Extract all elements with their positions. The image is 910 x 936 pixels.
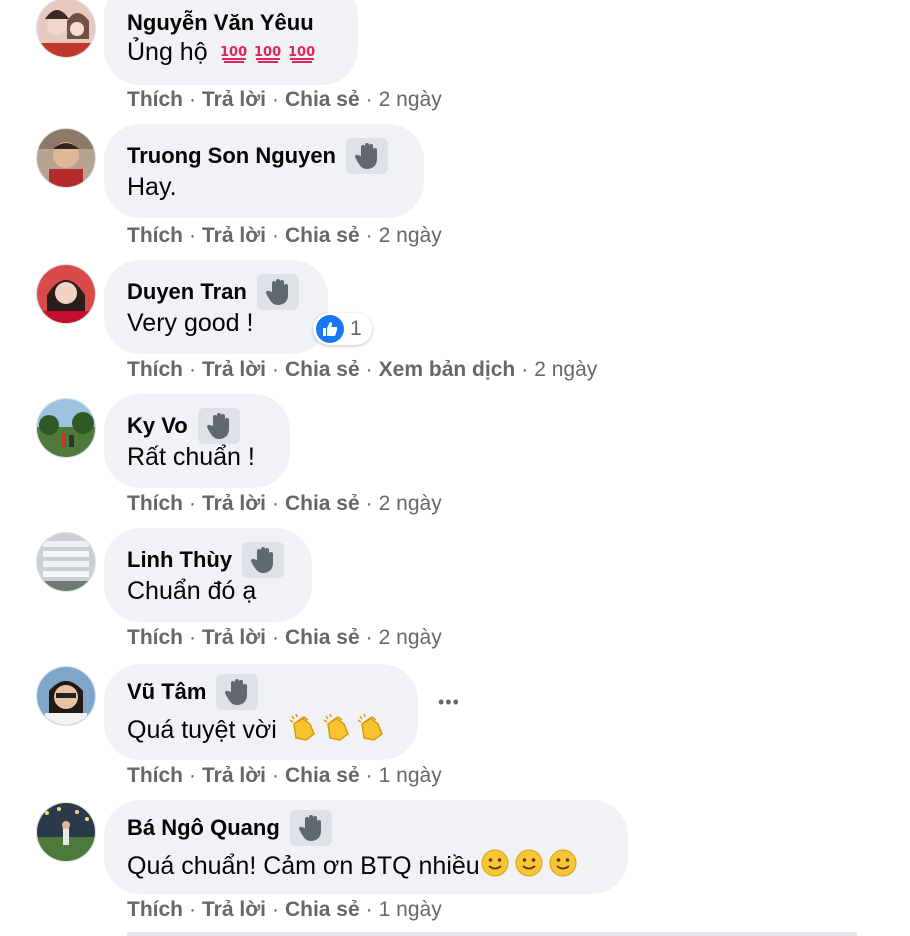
timestamp[interactable]: 2 ngày <box>379 492 442 515</box>
clapping-hands-icon <box>356 713 386 749</box>
avatar[interactable] <box>36 398 96 458</box>
timestamp[interactable]: 2 ngày <box>379 224 442 247</box>
svg-text:100: 100 <box>288 45 315 60</box>
avatar[interactable] <box>36 802 96 862</box>
avatar[interactable] <box>36 532 96 592</box>
reply-link[interactable]: Trả lời <box>202 224 266 247</box>
wave-badge[interactable] <box>216 674 259 710</box>
svg-text:100: 100 <box>220 45 247 60</box>
like-link[interactable]: Thích <box>127 358 183 381</box>
commenter-name[interactable]: Nguyễn Văn Yêuu <box>127 10 314 36</box>
comment-text: Rất chuẩn ! <box>127 443 255 471</box>
share-link[interactable]: Chia sẻ <box>285 626 360 649</box>
avatar[interactable] <box>36 128 96 188</box>
reply-link[interactable]: Trả lời <box>202 88 266 111</box>
timestamp[interactable]: 2 ngày <box>379 88 442 111</box>
comment-actions: Thích · Trả lời · Chia sẻ · 1 ngày <box>127 898 442 921</box>
like-link[interactable]: Thích <box>127 764 183 787</box>
comment-actions: Thích · Trả lời · Chia sẻ · 2 ngày <box>127 88 442 111</box>
comment-bubble: Nguyễn Văn Yêuu Ủng hộ 100 100 100 <box>104 0 358 85</box>
clapping-hands-icon <box>322 713 352 749</box>
waving-hand-icon <box>251 547 274 573</box>
comment-actions: Thích · Trả lời · Chia sẻ · Xem bản dịch · 2 ngà… <box>127 358 598 381</box>
timestamp[interactable]: 2 ngày <box>379 626 442 649</box>
wave-badge[interactable] <box>197 408 240 444</box>
like-link[interactable]: Thích <box>127 492 183 515</box>
comment-text: Very good ! <box>127 309 254 337</box>
timestamp[interactable]: 1 ngày <box>379 898 442 921</box>
reply-link[interactable]: Trả lời <box>202 764 266 787</box>
comment-text: Ủng hộ 100 100 100 <box>127 37 317 71</box>
commenter-name[interactable]: Duyen Tran <box>127 279 247 305</box>
wave-badge[interactable] <box>256 274 299 310</box>
share-link[interactable]: Chia sẻ <box>285 224 360 247</box>
wave-badge[interactable] <box>289 810 332 846</box>
smiling-face-icon <box>480 848 510 885</box>
comment-bubble: Truong Son Nguyen Hay. <box>104 124 424 218</box>
smiling-face-icon <box>514 848 544 885</box>
like-link[interactable]: Thích <box>127 224 183 247</box>
share-link[interactable]: Chia sẻ <box>285 764 360 787</box>
hundred-points-icon: 100 <box>219 40 249 71</box>
comment-text: Quá chuẩn! Cảm ơn BTQ nhiều <box>127 848 578 885</box>
reply-link[interactable]: Trả lời <box>202 626 266 649</box>
waving-hand-icon <box>265 279 288 305</box>
avatar[interactable] <box>36 666 96 726</box>
like-link[interactable]: Thích <box>127 626 183 649</box>
translate-link[interactable]: Xem bản dịch <box>379 358 516 381</box>
commenter-name[interactable]: Linh Thùy <box>127 547 232 573</box>
share-link[interactable]: Chia sẻ <box>285 898 360 921</box>
divider <box>127 932 857 936</box>
comment-bubble: Ky Vo Rất chuẩn ! <box>104 394 290 488</box>
comment-bubble: Linh Thùy Chuẩn đó ạ <box>104 528 312 622</box>
like-link[interactable]: Thích <box>127 88 183 111</box>
reply-link[interactable]: Trả lời <box>202 358 266 381</box>
waving-hand-icon <box>354 143 377 169</box>
comment-actions: Thích · Trả lời · Chia sẻ · 2 ngày <box>127 626 442 649</box>
wave-badge[interactable] <box>242 542 285 578</box>
timestamp[interactable]: 2 ngày <box>534 358 597 381</box>
like-reaction-icon <box>316 315 344 343</box>
comment-text-content: Ủng hộ <box>127 38 208 66</box>
commenter-name[interactable]: Ky Vo <box>127 413 188 439</box>
commenter-name[interactable]: Truong Son Nguyen <box>127 143 336 169</box>
comment-text: Quá tuyệt vời <box>127 713 386 749</box>
like-link[interactable]: Thích <box>127 898 183 921</box>
hundred-points-icon: 100 <box>253 40 283 71</box>
comment-text: Hay. <box>127 173 177 201</box>
waving-hand-icon <box>206 413 229 439</box>
comment-bubble: Vũ Tâm Quá tuyệt vời <box>104 664 418 760</box>
commenter-name[interactable]: Vũ Tâm <box>127 679 206 705</box>
comment-actions: Thích · Trả lời · Chia sẻ · 2 ngày <box>127 224 442 247</box>
waving-hand-icon <box>225 679 248 705</box>
reaction-summary[interactable]: 1 <box>313 313 372 345</box>
comment-actions: Thích · Trả lời · Chia sẻ · 2 ngày <box>127 492 442 515</box>
svg-text:100: 100 <box>254 45 281 60</box>
reply-link[interactable]: Trả lời <box>202 492 266 515</box>
comment-actions: Thích · Trả lời · Chia sẻ · 1 ngày <box>127 764 442 787</box>
clapping-hands-icon <box>288 713 318 749</box>
commenter-name[interactable]: Bá Ngô Quang <box>127 815 280 841</box>
reaction-count: 1 <box>350 317 362 340</box>
timestamp[interactable]: 1 ngày <box>379 764 442 787</box>
share-link[interactable]: Chia sẻ <box>285 88 360 111</box>
wave-badge[interactable] <box>346 138 388 174</box>
share-link[interactable]: Chia sẻ <box>285 492 360 515</box>
comment-text: Chuẩn đó ạ <box>127 577 257 605</box>
comment-bubble: Duyen Tran Very good ! <box>104 260 328 354</box>
avatar[interactable] <box>36 0 96 58</box>
waving-hand-icon <box>298 815 321 841</box>
share-link[interactable]: Chia sẻ <box>285 358 360 381</box>
more-options-button[interactable]: ••• <box>438 692 460 713</box>
comment-text-content: Quá chuẩn! Cảm ơn BTQ nhiều <box>127 852 480 880</box>
smiling-face-icon <box>548 848 578 885</box>
hundred-points-icon: 100 <box>287 40 317 71</box>
comment-bubble: Bá Ngô Quang Quá chuẩn! Cảm ơn BTQ nhiều <box>104 800 628 894</box>
avatar[interactable] <box>36 264 96 324</box>
comment-text-content: Quá tuyệt vời <box>127 716 277 744</box>
reply-link[interactable]: Trả lời <box>202 898 266 921</box>
